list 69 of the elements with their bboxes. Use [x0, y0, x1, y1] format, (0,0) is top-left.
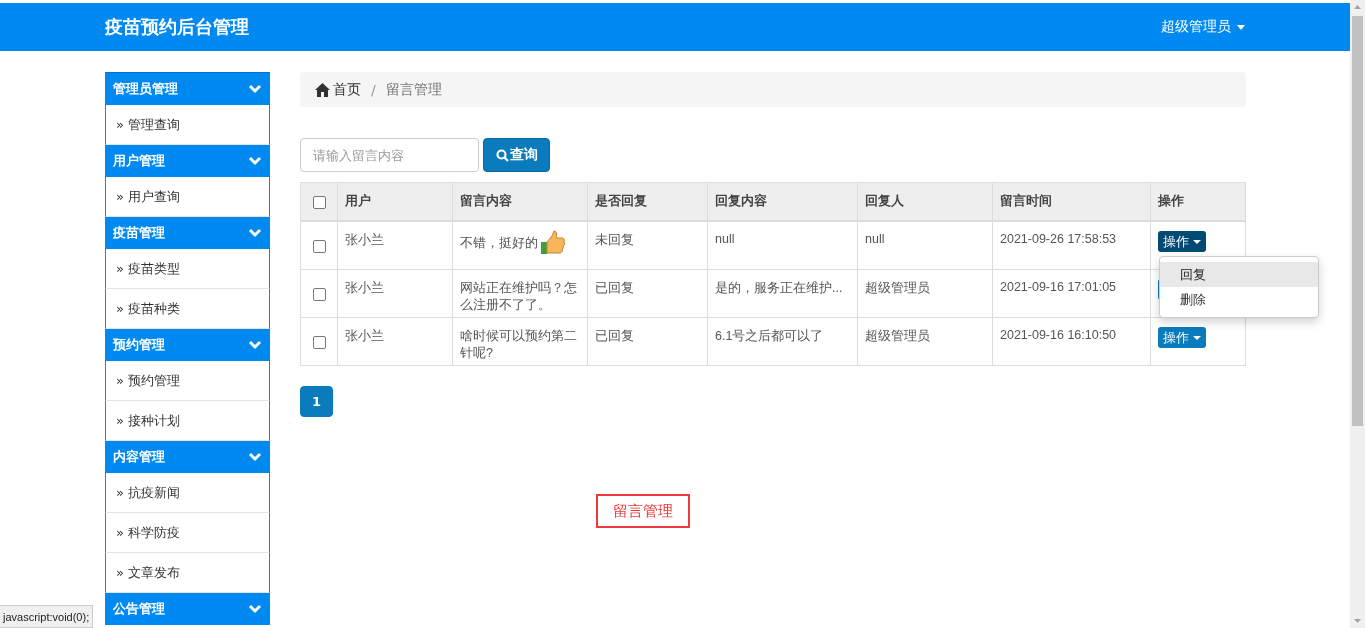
chevron-down-icon	[248, 84, 262, 94]
table-cell: null	[715, 232, 735, 246]
table-cell: 未回复	[595, 233, 634, 247]
table-cell: 2021-09-16 16:10:50	[1000, 328, 1117, 342]
search-field[interactable]: 请输入留言内容	[300, 138, 479, 172]
search-icon	[495, 148, 509, 162]
chevron-down-icon	[248, 452, 262, 462]
sidebar-group-header[interactable]: 公告管理	[105, 593, 270, 625]
sidebar-item[interactable]: » 疫苗类型	[105, 249, 270, 289]
table-cell: 是的，服务正在维护...	[715, 281, 843, 295]
caret-icon	[1237, 24, 1245, 30]
menu-item[interactable]: 回复	[1160, 262, 1318, 287]
app-title: 疫苗预约后台管理	[105, 15, 249, 39]
row-checkbox[interactable]	[312, 239, 326, 253]
sidebar-item[interactable]: » 抗疫新闻	[105, 473, 270, 513]
breadcrumb-current: 留言管理	[385, 80, 442, 99]
select-all-checkbox[interactable]	[312, 195, 326, 209]
column-header: 是否回复	[595, 194, 647, 208]
sidebar-group-header[interactable]: 管理员管理	[105, 73, 270, 105]
page-button[interactable]: 1	[300, 386, 333, 417]
table-cell-text: 网站正在维护吗？怎么注册不了了。	[460, 280, 578, 314]
table-cell: 已回复	[595, 281, 634, 295]
sidebar-item[interactable]: » 科学防疫	[105, 513, 270, 553]
table-cell: 不错，挺好的	[460, 234, 538, 252]
sidebar-item[interactable]: » 接种计划	[105, 401, 270, 441]
table-cell: 2021-09-26 17:58:53	[1000, 232, 1117, 246]
row-checkbox[interactable]	[312, 335, 326, 349]
table-cell: 超级管理员	[865, 281, 930, 295]
column-header: 回复人	[865, 194, 904, 208]
table-cell: 2021-09-16 17:01:05	[1000, 280, 1117, 294]
sidebar-item[interactable]: » 用户查询	[105, 177, 270, 217]
sidebar-group-header[interactable]: 疫苗管理	[105, 217, 270, 249]
table-cell-text: 啥时候可以预约第二针呢?	[460, 328, 578, 362]
menu-item[interactable]: 删除	[1160, 287, 1318, 312]
column-header: 用户	[345, 194, 371, 208]
home-link[interactable]: 首页	[315, 80, 361, 99]
table-cell: 已回复	[595, 329, 634, 343]
user-menu[interactable]: 超级管理员	[1161, 18, 1245, 36]
table-cell: 张小兰	[345, 281, 384, 295]
sidebar-group-header[interactable]: 内容管理	[105, 441, 270, 473]
status-bar-url: javascript:void(0);	[0, 605, 94, 628]
action-dropdown-button[interactable]: 操作	[1158, 231, 1206, 252]
caret-icon	[1193, 335, 1201, 340]
caret-icon	[1193, 239, 1201, 244]
table-cell: 超级管理员	[865, 329, 930, 343]
chevron-down-icon	[248, 340, 262, 350]
chevron-down-icon	[248, 604, 262, 614]
sidebar-item[interactable]: » 预约管理	[105, 361, 270, 401]
sidebar-item[interactable]: » 文章发布	[105, 553, 270, 593]
row-checkbox[interactable]	[312, 287, 326, 301]
annotation-label: 留言管理	[596, 494, 690, 528]
sidebar-group-header[interactable]: 用户管理	[105, 145, 270, 177]
table-cell: 张小兰	[345, 233, 384, 247]
column-header: 回复内容	[715, 194, 767, 208]
home-icon	[315, 82, 330, 97]
action-dropdown-button[interactable]: 操作	[1158, 327, 1206, 348]
sidebar-group-header[interactable]: 预约管理	[105, 329, 270, 361]
sidebar-item[interactable]: » 管理查询	[105, 105, 270, 145]
chevron-down-icon	[248, 156, 262, 166]
search-button[interactable]: 查询	[483, 138, 550, 172]
table-cell: null	[865, 232, 885, 246]
breadcrumb-separator: /	[371, 81, 376, 98]
table-cell: 6.1号之后都可以了	[715, 329, 824, 343]
column-header: 留言时间	[1000, 194, 1052, 208]
column-header: 操作	[1158, 194, 1184, 208]
chevron-down-icon	[248, 228, 262, 238]
sidebar-item[interactable]: » 疫苗种类	[105, 289, 270, 329]
table-cell: 张小兰	[345, 329, 384, 343]
column-header: 留言内容	[460, 194, 512, 208]
